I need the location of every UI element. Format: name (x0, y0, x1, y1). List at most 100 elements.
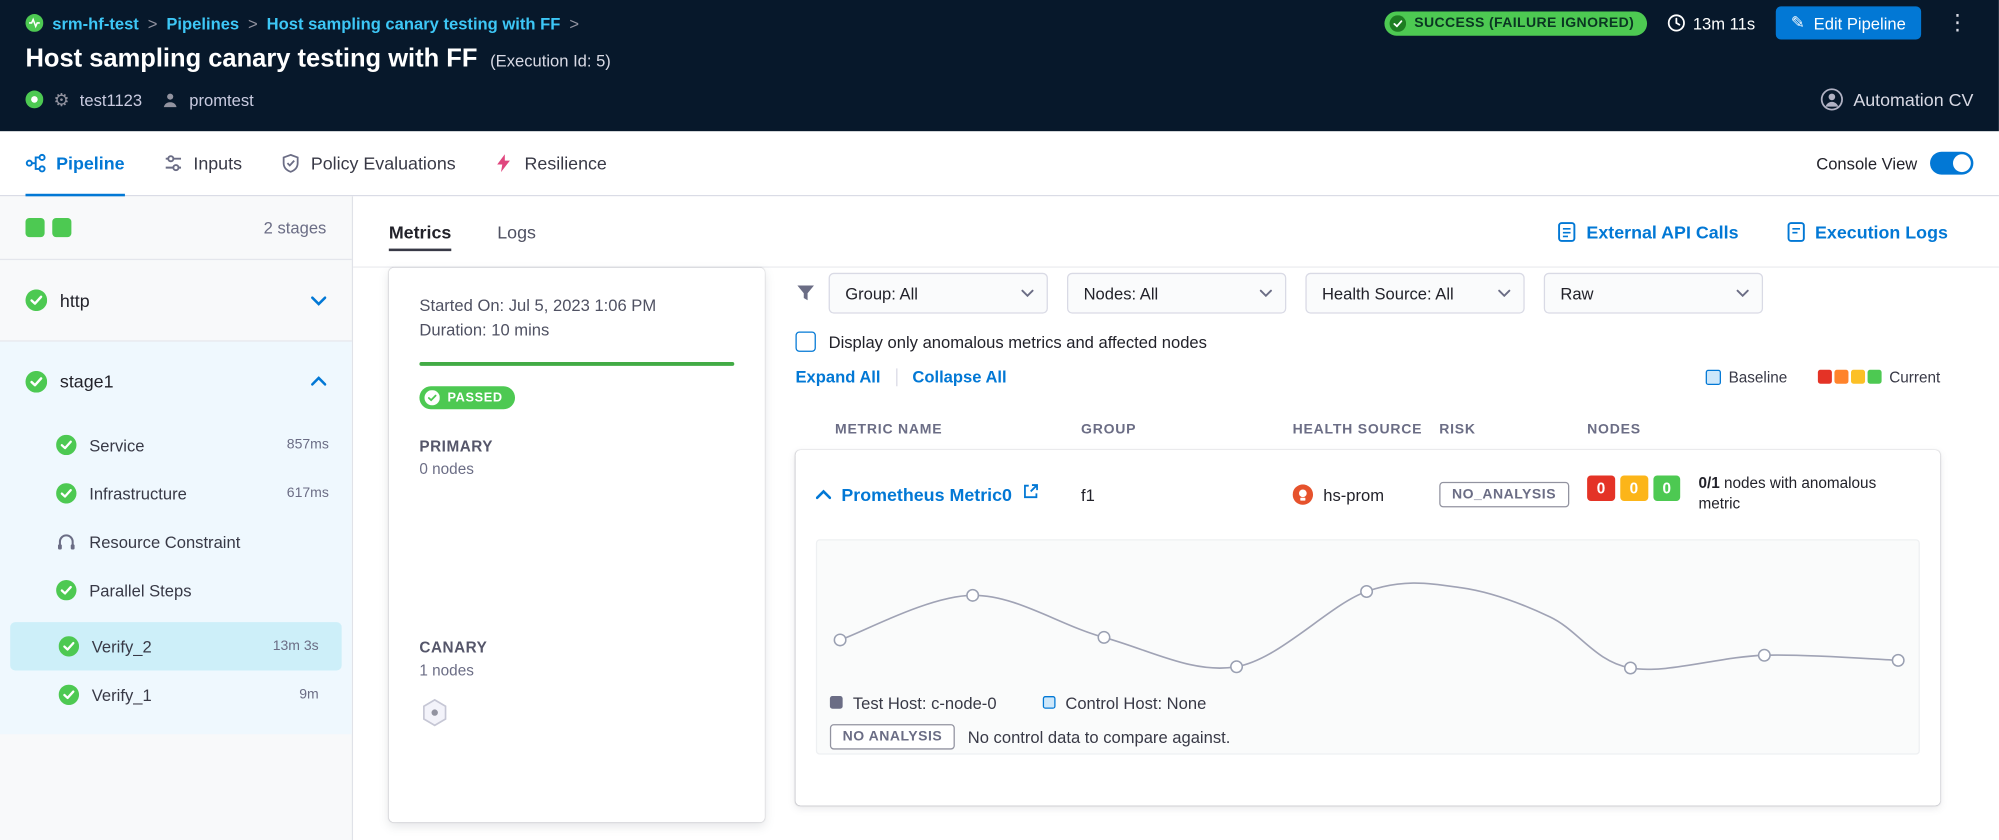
tab-inputs[interactable]: Inputs (163, 131, 242, 195)
chevron-down-icon[interactable] (311, 295, 326, 305)
check-circle-icon (56, 435, 76, 455)
resource-constraint-icon (56, 532, 76, 552)
collapse-all-link[interactable]: Collapse All (912, 367, 1006, 386)
pipeline-icon (25, 153, 45, 173)
group-filter-dropdown[interactable]: Group: All (829, 273, 1048, 314)
toggle-knob (1953, 154, 1971, 172)
stages-count: 2 stages (264, 218, 327, 237)
stage1-section: stage1 Service 857ms Infrastructure 617m… (0, 342, 352, 735)
breadcrumb-project[interactable]: srm-hf-test (52, 13, 139, 32)
host-legend: Test Host: c-node-0 Control Host: None (817, 687, 1918, 718)
canary-node-count: 1 nodes (419, 662, 734, 680)
step-item-service[interactable]: Service 857ms (0, 421, 352, 469)
metrics-table-header: METRIC NAME GROUP HEALTH SOURCE RISK NOD… (795, 422, 1940, 437)
breadcrumb-pipelines[interactable]: Pipelines (166, 13, 239, 32)
red-node-count: 0 (1587, 476, 1615, 501)
logs-icon (1787, 221, 1805, 241)
metric-chart[interactable] (817, 541, 1921, 688)
no-analysis-badge: NO ANALYSIS (830, 724, 955, 749)
tab-logs[interactable]: Logs (497, 196, 536, 266)
chevron-up-icon[interactable] (311, 376, 326, 386)
prometheus-health-source-icon (1293, 484, 1313, 504)
trigger-tag: promtest (189, 90, 253, 109)
baseline-label: Baseline (1729, 368, 1788, 386)
chevron-down-icon (1736, 289, 1749, 297)
canary-node-hexagon[interactable] (419, 697, 734, 734)
chart-data-point[interactable] (1759, 650, 1770, 661)
external-link-icon[interactable] (1022, 483, 1039, 506)
started-on: Started On: Jul 5, 2023 1:06 PM (419, 293, 734, 317)
edit-pipeline-button[interactable]: ✎ Edit Pipeline (1776, 6, 1922, 39)
step-item-infrastructure[interactable]: Infrastructure 617ms (0, 469, 352, 517)
chevron-down-icon (1021, 289, 1034, 297)
step-item-verify-1[interactable]: Verify_1 9m (10, 671, 341, 719)
tab-bar: Pipeline Inputs Policy Evaluations Resil… (0, 131, 1999, 196)
kebab-menu-icon[interactable]: ⋮ (1942, 10, 1974, 35)
anomalous-only-checkbox[interactable] (795, 331, 815, 351)
chart-data-point[interactable] (1231, 661, 1242, 672)
chaos-icon (494, 153, 514, 173)
tab-policy-evaluations[interactable]: Policy Evaluations (280, 131, 455, 195)
chevron-down-icon (1260, 289, 1273, 297)
analysis-message: No control data to compare against. (968, 727, 1231, 746)
stage-item-http[interactable]: http (0, 260, 352, 342)
step-item-verify-2[interactable]: Verify_2 13m 3s (10, 622, 341, 670)
metric-card: Prometheus Metric0 f1 hs-prom NO_ANALYSI… (795, 450, 1940, 806)
step-details-panel: Metrics Logs External API Calls Executio… (353, 196, 1999, 840)
nodes-cell: 0 0 0 0/1 nodes with anomalous metric (1587, 476, 1920, 514)
chart-data-point[interactable] (1625, 662, 1636, 673)
breadcrumb: srm-hf-test > Pipelines > Host sampling … (25, 13, 579, 32)
metrics-panel: Group: All Nodes: All Health Source: All (795, 273, 1940, 806)
step-duration: 617ms (287, 486, 329, 501)
view-mode-dropdown[interactable]: Raw (1544, 273, 1763, 314)
triggered-by-user: Automation CV (1820, 88, 1973, 111)
chart-data-point[interactable] (1098, 632, 1109, 643)
tab-pipeline[interactable]: Pipeline (25, 131, 124, 195)
chart-data-point[interactable] (1361, 586, 1372, 597)
execution-header: srm-hf-test > Pipelines > Host sampling … (0, 0, 1999, 131)
external-api-calls-link[interactable]: External API Calls (1558, 221, 1738, 241)
tab-metrics[interactable]: Metrics (389, 196, 452, 266)
chart-data-point[interactable] (834, 634, 845, 645)
anomalous-only-label: Display only anomalous metrics and affec… (829, 332, 1207, 351)
tab-resilience[interactable]: Resilience (494, 131, 607, 195)
risk-orange-swatch (1834, 370, 1848, 384)
health-source-filter-dropdown[interactable]: Health Source: All (1305, 273, 1524, 314)
primary-label: PRIMARY (419, 437, 734, 455)
pencil-icon: ✎ (1791, 13, 1805, 33)
risk-red-swatch (1818, 370, 1832, 384)
console-view-toggle[interactable] (1930, 152, 1973, 175)
breadcrumb-separator: > (248, 13, 258, 32)
execution-logs-link[interactable]: Execution Logs (1787, 221, 1948, 241)
chart-data-point[interactable] (1892, 655, 1903, 666)
verification-summary-card: Started On: Jul 5, 2023 1:06 PM Duration… (389, 268, 765, 823)
passed-badge: PASSED (419, 386, 515, 409)
srm-module-icon (25, 14, 43, 32)
metric-group: f1 (1081, 485, 1293, 504)
nodes-filter-dropdown[interactable]: Nodes: All (1067, 273, 1286, 314)
risk-yellow-swatch (1851, 370, 1865, 384)
chevron-down-icon (1498, 289, 1511, 297)
metric-name-link[interactable]: Prometheus Metric0 (841, 484, 1012, 504)
check-circle-icon (56, 483, 76, 503)
user-circle-icon (1820, 88, 1843, 111)
step-item-parallel-steps[interactable]: Parallel Steps (0, 566, 352, 614)
risk-green-swatch (1868, 370, 1882, 384)
expand-all-link[interactable]: Expand All (795, 367, 880, 386)
stage-item-stage1[interactable]: stage1 (0, 342, 352, 421)
check-circle-icon (56, 580, 76, 600)
step-duration: 9m (299, 687, 318, 702)
control-host-legend: Control Host: None (1042, 693, 1206, 712)
breadcrumb-pipeline-name[interactable]: Host sampling canary testing with FF (267, 13, 561, 32)
chart-data-point[interactable] (967, 590, 978, 601)
status-badge: SUCCESS (FAILURE IGNORED) (1385, 11, 1647, 35)
filter-row: Group: All Nodes: All Health Source: All (795, 273, 1940, 314)
breadcrumb-separator: > (148, 13, 158, 32)
col-health-source: HEALTH SOURCE (1293, 422, 1440, 437)
collapse-metric-chevron-icon[interactable] (816, 483, 831, 506)
step-duration: 13m 3s (273, 639, 319, 654)
step-item-resource-constraint[interactable]: Resource Constraint (0, 518, 352, 566)
stage-status-square (25, 218, 44, 237)
passed-check-icon (425, 390, 440, 405)
analysis-row: NO ANALYSIS No control data to compare a… (817, 724, 1918, 749)
